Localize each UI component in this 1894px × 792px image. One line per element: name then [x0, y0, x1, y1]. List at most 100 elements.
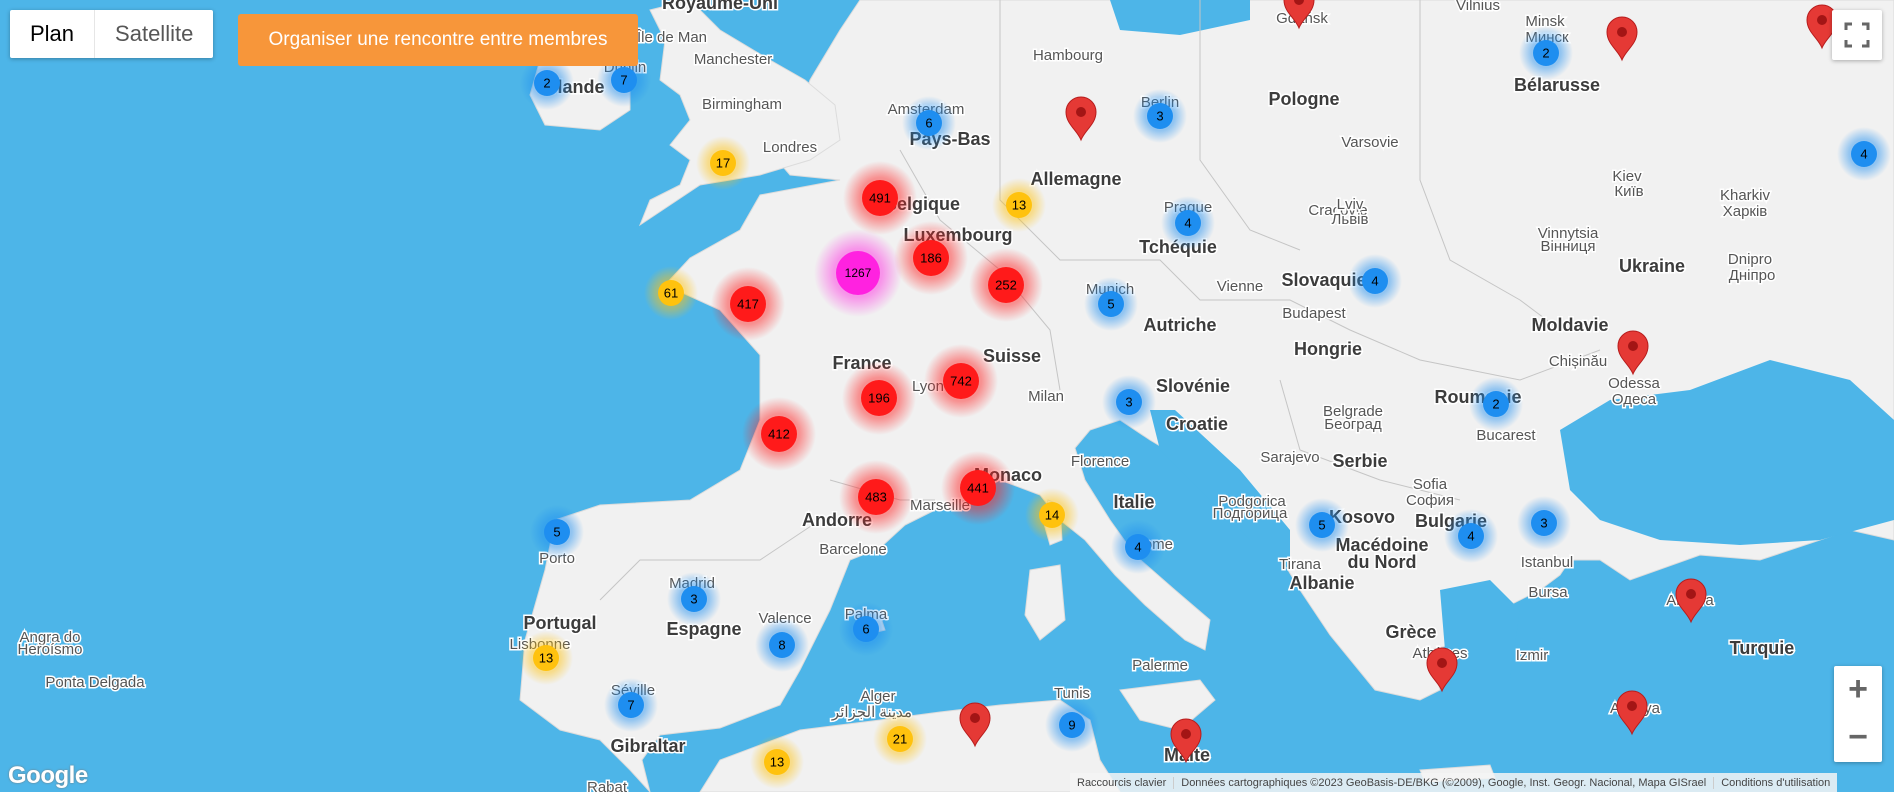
- cluster-count: 3: [690, 591, 697, 606]
- map-label: Одеса: [1612, 391, 1657, 408]
- map-label: Serbie: [1332, 451, 1387, 471]
- member-cluster[interactable]: 252: [969, 248, 1043, 322]
- keyboard-shortcuts-link[interactable]: Raccourcis clavier: [1070, 776, 1175, 789]
- map-label: Portugal: [523, 613, 596, 633]
- map-label: du Nord: [1348, 552, 1417, 572]
- cluster-count: 5: [553, 524, 560, 539]
- cluster-count: 412: [768, 426, 790, 441]
- fullscreen-button[interactable]: [1832, 10, 1882, 60]
- member-cluster[interactable]: 5: [1295, 498, 1349, 552]
- member-cluster[interactable]: 412: [742, 397, 816, 471]
- cluster-count: 17: [716, 155, 730, 170]
- google-logo: Google: [8, 762, 88, 789]
- cluster-count: 8: [778, 637, 785, 652]
- cluster-count: 4: [1134, 539, 1141, 554]
- map-label: Alger: [860, 688, 895, 705]
- member-cluster[interactable]: 13: [750, 735, 804, 789]
- cluster-count: 4: [1467, 528, 1474, 543]
- member-cluster[interactable]: 17: [696, 136, 750, 190]
- map-label: Birmingham: [702, 96, 782, 113]
- member-cluster[interactable]: 3: [1133, 89, 1187, 143]
- map-label: Milan: [1028, 388, 1064, 405]
- member-cluster[interactable]: 4: [1111, 520, 1165, 574]
- member-cluster[interactable]: 4: [1348, 254, 1402, 308]
- member-cluster[interactable]: 13: [519, 631, 573, 685]
- member-cluster[interactable]: 417: [711, 267, 785, 341]
- cluster-count: 491: [869, 190, 891, 205]
- member-cluster[interactable]: 2: [1469, 377, 1523, 431]
- map-label: Tirana: [1279, 556, 1322, 573]
- map-label: Moldavie: [1531, 315, 1608, 335]
- member-cluster[interactable]: 61: [644, 266, 698, 320]
- member-cluster[interactable]: 2: [1519, 26, 1573, 80]
- cluster-count: 5: [1107, 296, 1114, 311]
- cluster-count: 186: [920, 250, 942, 265]
- map-label: Bucarest: [1476, 427, 1536, 444]
- cluster-count: 441: [967, 480, 989, 495]
- cluster-count: 417: [737, 296, 759, 311]
- map-label: Kharkiv: [1720, 187, 1771, 204]
- map-label: Royaume-Uni: [662, 0, 778, 13]
- europe-map[interactable]: Royaume-Uni Île de Man Manchester Birmingha…: [0, 0, 1894, 792]
- map-label: София: [1406, 492, 1454, 509]
- member-cluster[interactable]: 8: [755, 618, 809, 672]
- member-cluster[interactable]: 1267: [814, 229, 902, 317]
- member-cluster[interactable]: 21: [873, 712, 927, 766]
- cluster-count: 6: [925, 115, 932, 130]
- map-label: Hongrie: [1294, 339, 1362, 359]
- terms-link[interactable]: Conditions d'utilisation: [1714, 777, 1837, 789]
- fullscreen-icon: [1844, 22, 1870, 48]
- member-cluster[interactable]: 4: [1161, 196, 1215, 250]
- map-label: Подгорица: [1213, 505, 1288, 522]
- cluster-count: 4: [1371, 273, 1378, 288]
- cluster-count: 13: [1012, 197, 1026, 212]
- map-label: Autriche: [1143, 315, 1216, 335]
- member-cluster[interactable]: 3: [1102, 375, 1156, 429]
- map-label: Croatie: [1166, 414, 1228, 434]
- cluster-count: 4: [1860, 146, 1867, 161]
- map-label: Pologne: [1269, 89, 1340, 109]
- member-cluster[interactable]: 441: [941, 451, 1015, 525]
- member-cluster[interactable]: 3: [667, 572, 721, 626]
- member-cluster[interactable]: 6: [839, 602, 893, 656]
- cluster-count: 13: [539, 650, 553, 665]
- satellite-button[interactable]: Satellite: [95, 10, 213, 58]
- map-label: Dnipro: [1728, 251, 1772, 268]
- zoom-out-button[interactable]: −: [1834, 714, 1882, 762]
- map-label: Istanbul: [1521, 554, 1574, 571]
- member-cluster[interactable]: 742: [924, 344, 998, 418]
- member-cluster[interactable]: 5: [1084, 277, 1138, 331]
- map-label: Slovénie: [1156, 376, 1230, 396]
- map-label: Київ: [1614, 183, 1643, 200]
- map-label: Bursa: [1528, 584, 1568, 601]
- map-label: Manchester: [694, 51, 772, 68]
- member-cluster[interactable]: 13: [992, 178, 1046, 232]
- member-cluster[interactable]: 483: [839, 460, 913, 534]
- member-cluster[interactable]: 14: [1025, 488, 1079, 542]
- member-cluster[interactable]: 4: [1837, 127, 1891, 181]
- map-label: Дніпро: [1729, 267, 1776, 284]
- map-label: Vilnius: [1456, 0, 1500, 14]
- member-cluster[interactable]: 6: [902, 96, 956, 150]
- member-cluster[interactable]: 9: [1045, 698, 1099, 752]
- organize-meeting-button[interactable]: Organiser une rencontre entre membres: [238, 14, 638, 66]
- member-cluster[interactable]: 186: [894, 221, 968, 295]
- cluster-count: 7: [627, 697, 634, 712]
- map-label: Hambourg: [1033, 47, 1103, 64]
- cluster-count: 483: [865, 489, 887, 504]
- cluster-count: 5: [1318, 517, 1325, 532]
- map-label: Sofia: [1413, 476, 1448, 493]
- member-cluster[interactable]: 5: [530, 505, 584, 559]
- member-cluster[interactable]: 4: [1444, 509, 1498, 563]
- map-label: Vienne: [1217, 278, 1263, 295]
- member-cluster[interactable]: 196: [842, 361, 916, 435]
- map-label: Grèce: [1385, 622, 1436, 642]
- zoom-in-button[interactable]: +: [1834, 666, 1882, 714]
- member-cluster[interactable]: 3: [1517, 496, 1571, 550]
- cluster-count: 3: [1156, 108, 1163, 123]
- member-cluster[interactable]: 7: [604, 678, 658, 732]
- cluster-count: 4: [1184, 215, 1191, 230]
- member-cluster[interactable]: 491: [843, 161, 917, 235]
- map-label: Heroísmo: [17, 641, 82, 658]
- plan-button[interactable]: Plan: [10, 10, 96, 58]
